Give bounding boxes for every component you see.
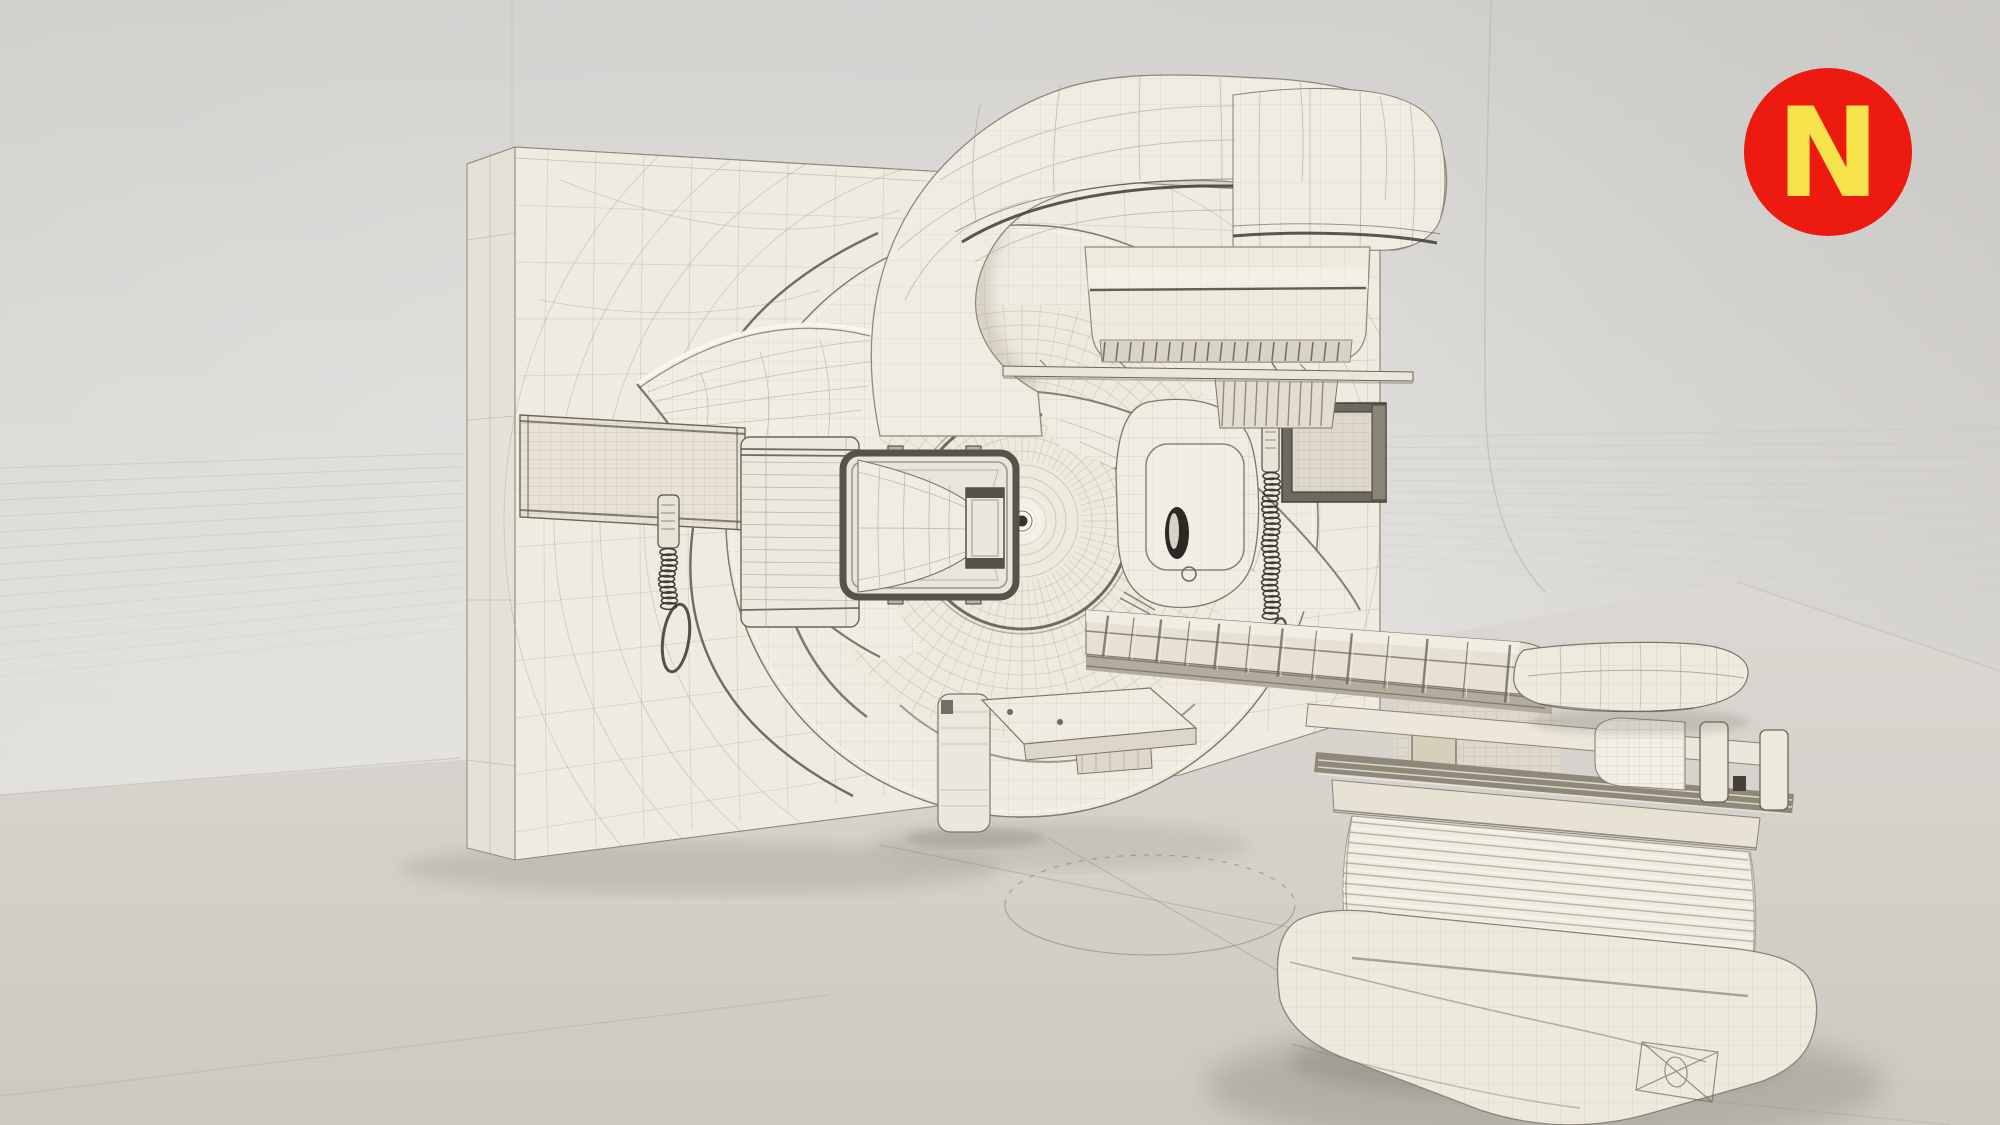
slab-side-face [466,146,516,861]
imaging-arm [1115,398,1260,622]
brand-logo: N [1744,68,1912,236]
imaging-pod-panel [1145,443,1245,571]
linac-render-scene: N [0,0,2000,1125]
side-table-column [937,693,991,833]
carriage-clamp [1733,776,1746,791]
left-rail [519,414,746,531]
render-page: N [0,0,2000,1125]
carriage-post-2 [1759,729,1789,811]
carriage-post-1 [1699,721,1729,803]
logo-letter: N [1776,82,1880,226]
head-slat-band [1099,339,1353,363]
